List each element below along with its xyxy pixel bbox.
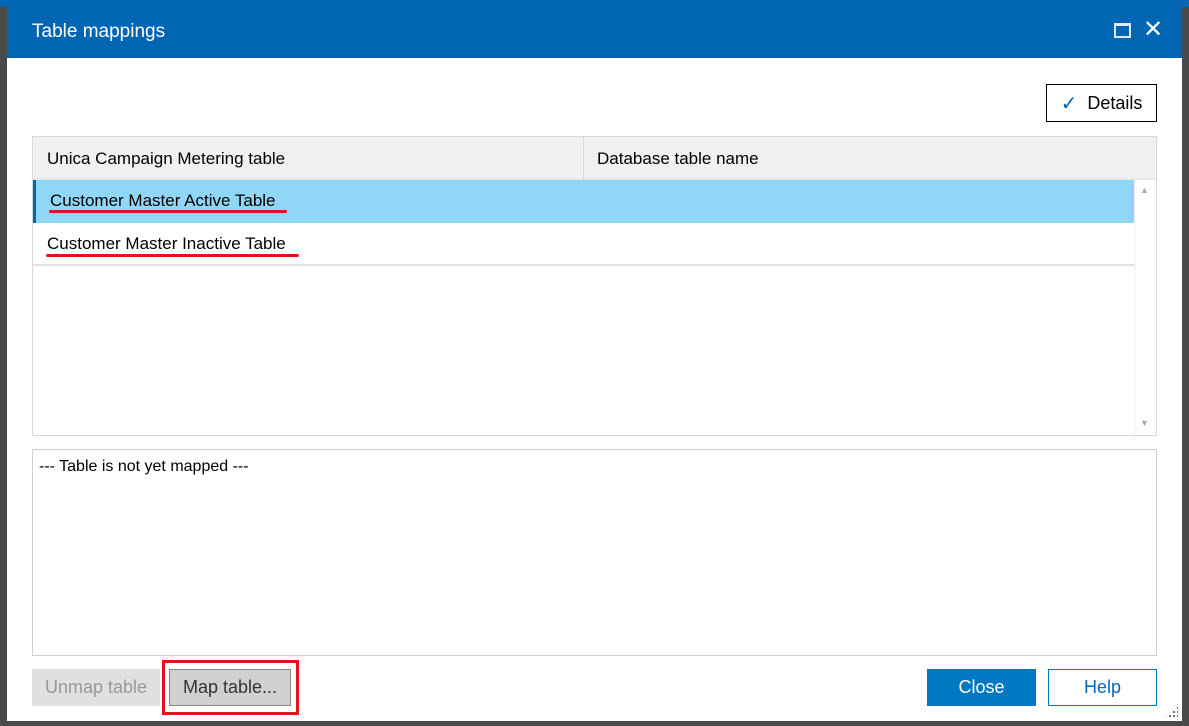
red-underline-annotation bbox=[46, 254, 299, 257]
table-row[interactable]: Customer Master Active Table bbox=[33, 180, 1134, 223]
details-button[interactable]: ✓ Details bbox=[1046, 84, 1157, 122]
close-icon[interactable]: ✕ bbox=[1143, 18, 1163, 42]
column-divider[interactable] bbox=[583, 137, 584, 180]
details-label: Details bbox=[1087, 92, 1143, 113]
scroll-up-icon[interactable]: ▲ bbox=[1140, 185, 1149, 195]
mapping-details-panel: --- Table is not yet mapped --- bbox=[32, 449, 1157, 656]
maximize-icon[interactable] bbox=[1114, 23, 1131, 38]
column-header-database-table[interactable]: Database table name bbox=[597, 137, 759, 180]
red-underline-annotation bbox=[49, 210, 287, 213]
metering-table-cell: Customer Master Active Table bbox=[50, 191, 276, 210]
background-app-header bbox=[0, 0, 1189, 7]
close-button[interactable]: Close bbox=[927, 669, 1036, 706]
dialog-title-bar[interactable] bbox=[7, 7, 1182, 58]
dialog-title: Table mappings bbox=[32, 21, 166, 42]
metering-table-cell: Customer Master Inactive Table bbox=[47, 234, 286, 253]
mapping-status-text: --- Table is not yet mapped --- bbox=[39, 458, 249, 475]
grid-scrollbar[interactable] bbox=[1134, 180, 1156, 435]
table-row[interactable]: Customer Master Inactive Table bbox=[33, 223, 1134, 266]
unmap-table-button[interactable]: Unmap table bbox=[32, 669, 160, 706]
checkmark-icon: ✓ bbox=[1060, 92, 1078, 115]
scroll-down-icon[interactable]: ▼ bbox=[1140, 418, 1149, 428]
column-header-metering-table[interactable]: Unica Campaign Metering table bbox=[47, 137, 285, 180]
map-table-button[interactable]: Map table... bbox=[169, 669, 291, 706]
help-button[interactable]: Help bbox=[1048, 669, 1157, 706]
